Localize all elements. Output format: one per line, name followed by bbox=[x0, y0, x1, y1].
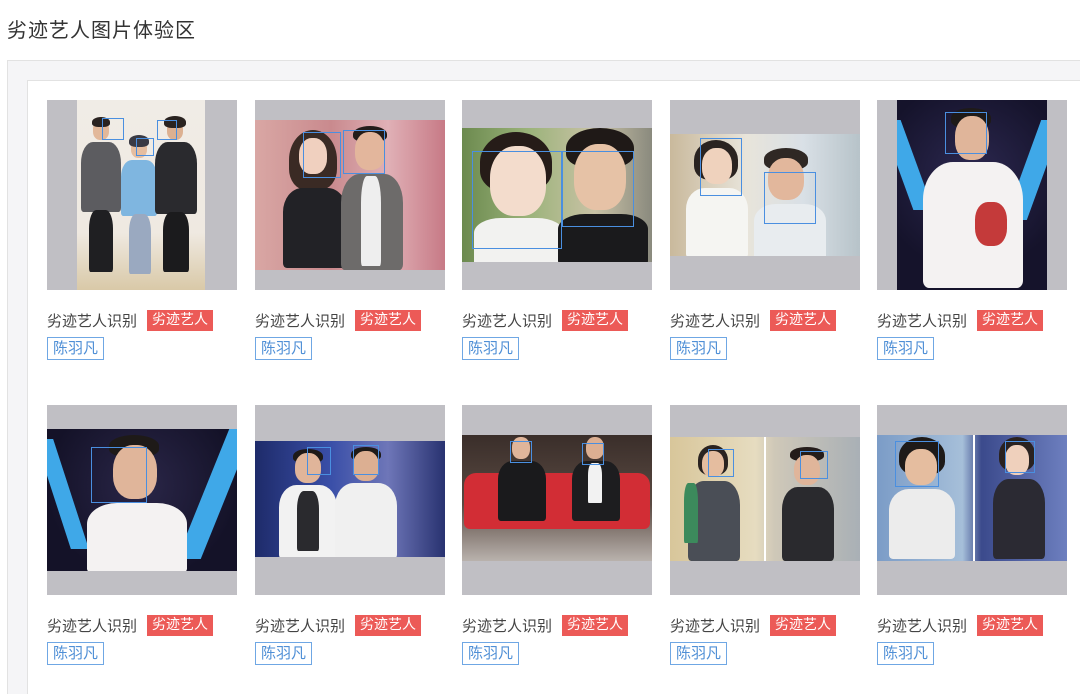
photo bbox=[462, 435, 652, 561]
category-label: 劣迹艺人识别 bbox=[670, 616, 761, 635]
category-label: 劣迹艺人识别 bbox=[255, 616, 346, 635]
category-label: 劣迹艺人识别 bbox=[47, 616, 138, 635]
image-card[interactable]: 劣迹艺人识别 劣迹艺人 陈羽凡 bbox=[462, 100, 652, 390]
category-label: 劣迹艺人识别 bbox=[877, 616, 968, 635]
image-thumbnail[interactable] bbox=[255, 405, 445, 595]
bad-artist-tag: 劣迹艺人 bbox=[977, 309, 1044, 331]
artist-name-tag: 陈羽凡 bbox=[877, 337, 935, 360]
artist-name-tag: 陈羽凡 bbox=[47, 337, 105, 360]
face-detection-box bbox=[343, 130, 385, 174]
image-thumbnail[interactable] bbox=[877, 405, 1067, 595]
bad-artist-tag: 劣迹艺人 bbox=[355, 309, 422, 331]
bad-artist-tag: 劣迹艺人 bbox=[355, 614, 422, 636]
artist-name-tag: 陈羽凡 bbox=[47, 642, 105, 665]
face-detection-box bbox=[562, 151, 634, 227]
image-card[interactable]: 劣迹艺人识别 劣迹艺人 陈羽凡 bbox=[877, 405, 1067, 694]
image-card[interactable]: 劣迹艺人识别 劣迹艺人 陈羽凡 bbox=[47, 405, 237, 694]
category-label: 劣迹艺人识别 bbox=[47, 311, 138, 330]
artist-name-tag: 陈羽凡 bbox=[255, 642, 313, 665]
face-detection-box bbox=[510, 441, 532, 463]
image-card[interactable]: 劣迹艺人识别 劣迹艺人 陈羽凡 bbox=[670, 405, 860, 694]
image-thumbnail[interactable] bbox=[670, 100, 860, 290]
face-detection-box bbox=[91, 447, 147, 503]
photo bbox=[77, 100, 205, 290]
bad-artist-tag: 劣迹艺人 bbox=[770, 614, 837, 636]
image-thumbnail[interactable] bbox=[670, 405, 860, 595]
face-detection-box bbox=[102, 118, 124, 140]
face-detection-box bbox=[1005, 441, 1035, 473]
bad-artist-tag: 劣迹艺人 bbox=[977, 614, 1044, 636]
category-label: 劣迹艺人识别 bbox=[255, 311, 346, 330]
image-card[interactable]: 劣迹艺人识别 劣迹艺人 陈羽凡 bbox=[670, 100, 860, 390]
face-detection-box bbox=[353, 445, 379, 475]
artist-name-tag: 陈羽凡 bbox=[255, 337, 313, 360]
image-card[interactable]: 劣迹艺人识别 劣迹艺人 陈羽凡 bbox=[255, 405, 445, 694]
bad-artist-tag: 劣迹艺人 bbox=[770, 309, 837, 331]
image-thumbnail[interactable] bbox=[462, 405, 652, 595]
face-detection-box bbox=[303, 132, 341, 178]
face-detection-box bbox=[945, 112, 987, 154]
category-label: 劣迹艺人识别 bbox=[462, 616, 553, 635]
artist-name-tag: 陈羽凡 bbox=[670, 337, 728, 360]
bad-artist-tag: 劣迹艺人 bbox=[562, 614, 629, 636]
face-detection-box bbox=[708, 449, 734, 477]
artist-name-tag: 陈羽凡 bbox=[462, 642, 520, 665]
artist-name-tag: 陈羽凡 bbox=[877, 642, 935, 665]
image-card[interactable]: 劣迹艺人识别 劣迹艺人 陈羽凡 bbox=[462, 405, 652, 694]
image-card[interactable]: 劣迹艺人识别 劣迹艺人 陈羽凡 bbox=[255, 100, 445, 390]
face-detection-box bbox=[472, 151, 562, 249]
image-thumbnail[interactable] bbox=[47, 100, 237, 290]
image-card[interactable]: 劣迹艺人识别 劣迹艺人 陈羽凡 bbox=[877, 100, 1067, 390]
face-detection-box bbox=[136, 138, 154, 156]
face-detection-box bbox=[764, 172, 816, 224]
image-card[interactable]: 劣迹艺人识别 劣迹艺人 陈羽凡 bbox=[47, 100, 237, 390]
face-detection-box bbox=[700, 138, 742, 196]
bad-artist-tag: 劣迹艺人 bbox=[562, 309, 629, 331]
face-detection-box bbox=[895, 441, 939, 487]
bad-artist-tag: 劣迹艺人 bbox=[147, 309, 214, 331]
image-thumbnail[interactable] bbox=[877, 100, 1067, 290]
category-label: 劣迹艺人识别 bbox=[877, 311, 968, 330]
image-thumbnail[interactable] bbox=[47, 405, 237, 595]
photo bbox=[670, 437, 860, 561]
category-label: 劣迹艺人识别 bbox=[462, 311, 553, 330]
outer-panel: 劣迹艺人识别 劣迹艺人 陈羽凡 劣迹艺人识别 劣迹艺人 陈羽凡 劣迹艺人识别 劣… bbox=[7, 60, 1080, 694]
face-detection-box bbox=[307, 447, 331, 475]
page-title: 劣迹艺人图片体验区 bbox=[7, 18, 196, 42]
face-detection-box bbox=[582, 443, 604, 465]
category-label: 劣迹艺人识别 bbox=[670, 311, 761, 330]
artist-name-tag: 陈羽凡 bbox=[670, 642, 728, 665]
bad-artist-tag: 劣迹艺人 bbox=[147, 614, 214, 636]
photo bbox=[255, 441, 445, 557]
image-thumbnail[interactable] bbox=[462, 100, 652, 290]
artist-name-tag: 陈羽凡 bbox=[462, 337, 520, 360]
face-detection-box bbox=[157, 120, 177, 140]
image-thumbnail[interactable] bbox=[255, 100, 445, 290]
face-detection-box bbox=[800, 451, 828, 479]
image-gallery: 劣迹艺人识别 劣迹艺人 陈羽凡 劣迹艺人识别 劣迹艺人 陈羽凡 劣迹艺人识别 劣… bbox=[27, 80, 1080, 694]
